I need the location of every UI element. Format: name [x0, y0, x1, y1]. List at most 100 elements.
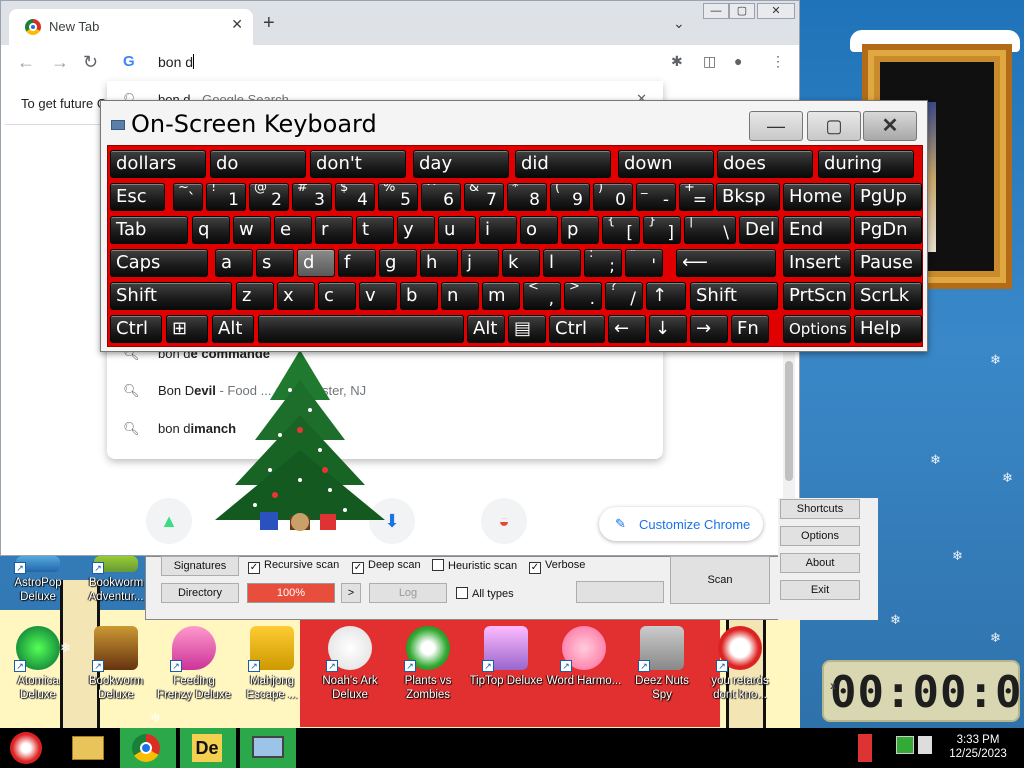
close-button[interactable]: ✕	[757, 3, 795, 19]
back-icon[interactable]: ←	[17, 53, 35, 71]
key-e[interactable]: e	[274, 216, 312, 244]
key-ctrl[interactable]: Ctrl	[549, 315, 605, 343]
key-insert[interactable]: Insert	[783, 249, 851, 277]
key-caps[interactable]: Caps	[110, 249, 208, 277]
network-icon[interactable]	[892, 728, 940, 768]
all-types-checkbox[interactable]: All types	[456, 587, 514, 600]
key-4[interactable]: $4	[335, 183, 375, 211]
key-7[interactable]: & 7	[464, 183, 504, 211]
directory-button[interactable]: Directory	[161, 583, 239, 603]
key-del[interactable]: Del	[739, 216, 779, 244]
maximize-button[interactable]: ▢	[807, 111, 861, 141]
key-symbol[interactable]: ? /	[605, 282, 643, 310]
minimize-button[interactable]: —	[703, 3, 729, 19]
side-panel-icon[interactable]: ◫	[703, 53, 716, 70]
prediction-key[interactable]: do	[210, 150, 306, 178]
file-explorer-icon[interactable]	[60, 728, 116, 768]
key-options[interactable]: Options	[783, 315, 851, 343]
log-button[interactable]: Log	[369, 583, 447, 603]
key-symbol[interactable]: <,	[523, 282, 561, 310]
key-i[interactable]: i	[479, 216, 517, 244]
key-h[interactable]: h	[420, 249, 458, 277]
key-ctrl[interactable]: Ctrl	[110, 315, 162, 343]
tab-close-icon[interactable]: ✕	[231, 16, 243, 33]
profile-icon[interactable]: ●	[734, 53, 742, 69]
key-help[interactable]: Help	[854, 315, 922, 343]
key-c[interactable]: c	[318, 282, 356, 310]
key-alt[interactable]: Alt	[212, 315, 254, 343]
key-alt[interactable]: Alt	[467, 315, 505, 343]
key-symbol[interactable]: ⊞	[166, 315, 208, 343]
exit-button[interactable]: Exit	[780, 580, 860, 600]
maximize-button[interactable]: ▢	[729, 3, 755, 19]
key-symbol[interactable]: ←	[608, 315, 646, 343]
key-q[interactable]: q	[192, 216, 230, 244]
start-button[interactable]	[0, 728, 56, 768]
android-icon[interactable]: ▲	[146, 498, 192, 544]
key-home[interactable]: Home	[783, 183, 851, 211]
key-symbol[interactable]: >.	[564, 282, 602, 310]
about-button[interactable]: About	[780, 553, 860, 573]
key-u[interactable]: u	[438, 216, 476, 244]
key-8[interactable]: * 8	[507, 183, 547, 211]
key-g[interactable]: g	[379, 249, 417, 277]
menu-icon[interactable]: ⋮	[771, 53, 785, 70]
minimize-button[interactable]: —	[749, 111, 803, 141]
heuristic-scan-checkbox[interactable]: Heuristic scan	[432, 559, 517, 572]
key-space[interactable]	[258, 315, 464, 343]
key-t[interactable]: t	[356, 216, 394, 244]
reload-icon[interactable]: ↻	[83, 53, 98, 71]
key-w[interactable]: w	[233, 216, 271, 244]
desktop-icon-feeding-frenzy[interactable]: ↗ Feeding Frenzy Deluxe	[156, 626, 232, 702]
key-pause[interactable]: Pause	[854, 249, 922, 277]
desktop-icon-tiptop[interactable]: ↗ TipTop Deluxe	[468, 626, 544, 688]
key-9[interactable]: (9	[550, 183, 590, 211]
key-esc[interactable]: Esc	[110, 183, 165, 211]
key-symbol[interactable]: ▤	[508, 315, 546, 343]
key-symbol[interactable]: _ -	[636, 183, 676, 211]
scan-button[interactable]: Scan	[670, 556, 770, 604]
key-pgdn[interactable]: PgDn	[854, 216, 922, 244]
chrome-webstore-icon[interactable]: ◒	[481, 498, 527, 544]
clock-close-icon[interactable]: x	[830, 662, 1014, 712]
key-j[interactable]: j	[461, 249, 499, 277]
remote-desktop-icon[interactable]	[240, 728, 296, 768]
key-5[interactable]: % 5	[378, 183, 418, 211]
key-symbol[interactable]: | \	[684, 216, 736, 244]
key-l[interactable]: l	[543, 249, 581, 277]
shortcuts-button[interactable]: Shortcuts	[780, 499, 860, 519]
desktop-icon-deez-nuts-spy[interactable]: ↗ Deez Nuts Spy	[624, 626, 700, 702]
key-symbol[interactable]: " '	[625, 249, 663, 277]
key-x[interactable]: x	[277, 282, 315, 310]
omnibox-input[interactable]: bon d	[158, 54, 195, 70]
key-shift[interactable]: Shift	[110, 282, 232, 310]
prediction-key[interactable]: down	[618, 150, 714, 178]
key-bksp[interactable]: Bksp	[716, 183, 780, 211]
chrome-taskbar-icon[interactable]	[120, 728, 176, 768]
key-a[interactable]: a	[215, 249, 253, 277]
system-clock[interactable]: 3:33 PM 12/25/2023	[948, 733, 1008, 761]
key-pgup[interactable]: PgUp	[854, 183, 922, 211]
tray-red-icon[interactable]	[856, 728, 876, 768]
desktop-icon-word-harmony[interactable]: ↗ Word Harmo...	[546, 626, 622, 688]
signatures-button[interactable]: Signatures	[161, 556, 239, 576]
key-r[interactable]: r	[315, 216, 353, 244]
chevron-down-icon[interactable]: ⌄	[673, 15, 685, 32]
key-tab[interactable]: Tab	[110, 216, 188, 244]
key-s[interactable]: s	[256, 249, 294, 277]
prediction-key[interactable]: don't	[310, 150, 406, 178]
key-symbol[interactable]: ↑	[646, 282, 686, 310]
key-6[interactable]: ^ 6	[421, 183, 461, 211]
desktop-icon-plants-vs-zombies[interactable]: ↗ Plants vs Zombies	[390, 626, 466, 702]
desktop-icon-you-retards[interactable]: ↗ you retards dont kno...	[702, 626, 778, 702]
scan-field[interactable]	[576, 581, 664, 603]
key-symbol[interactable]: :;	[584, 249, 622, 277]
key-3[interactable]: #3	[292, 183, 332, 211]
key-symbol[interactable]: ↓	[649, 315, 687, 343]
verbose-checkbox[interactable]: ✓ Verbose	[529, 559, 585, 574]
key-o[interactable]: o	[520, 216, 558, 244]
key-fn[interactable]: Fn	[731, 315, 769, 343]
options-button[interactable]: Options	[780, 526, 860, 546]
key-end[interactable]: End	[783, 216, 851, 244]
key-n[interactable]: n	[441, 282, 479, 310]
